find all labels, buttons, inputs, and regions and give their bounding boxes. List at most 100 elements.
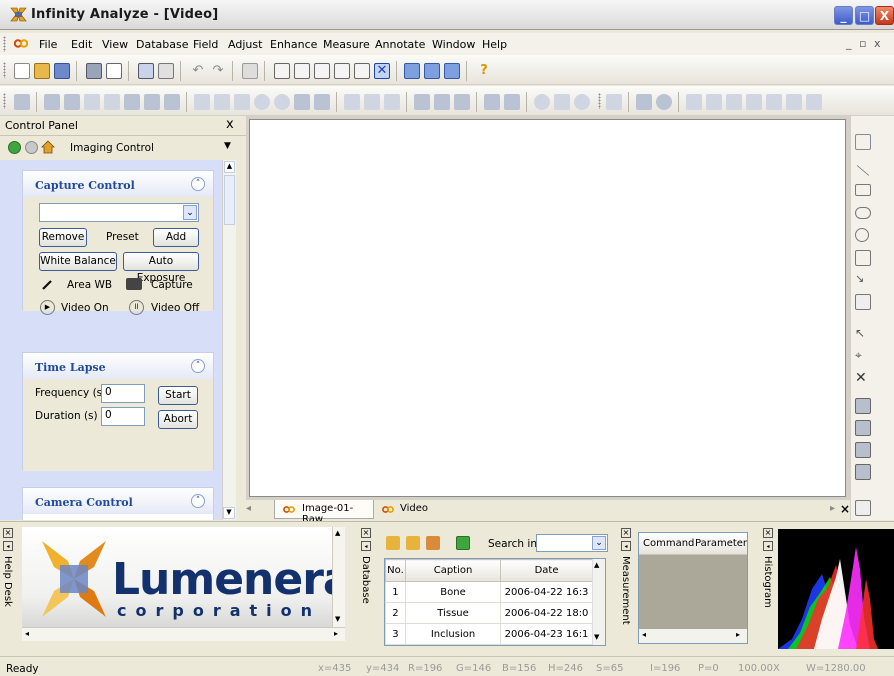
camera-control-header[interactable]: Camera Control: [23, 488, 213, 514]
table-row[interactable]: 2 Tissue 2006-04-22 18:0: [385, 602, 593, 624]
settings-gear-icon[interactable]: [534, 94, 550, 110]
abort-button[interactable]: Abort: [158, 410, 198, 429]
frequency-input[interactable]: 0: [101, 384, 145, 403]
toolbar-grip[interactable]: [3, 93, 6, 109]
scroll-right-icon[interactable]: ▸: [736, 630, 740, 639]
tile-horizontal-icon[interactable]: [424, 63, 440, 79]
calibrate-icon[interactable]: [554, 94, 570, 110]
target-icon[interactable]: [656, 94, 672, 110]
print-icon[interactable]: [86, 63, 102, 79]
options-gear-icon[interactable]: [574, 94, 590, 110]
gamma-icon[interactable]: [234, 94, 250, 110]
duration-input[interactable]: 0: [101, 407, 145, 426]
polygon-tool-icon[interactable]: [855, 250, 871, 266]
video-on-label[interactable]: Video On: [61, 302, 109, 314]
database-label[interactable]: Database: [360, 556, 371, 604]
save-icon[interactable]: [54, 63, 70, 79]
database-vscrollbar[interactable]: ▲ ▼: [592, 559, 605, 645]
zoom-actual-icon[interactable]: [334, 63, 350, 79]
db-add-icon[interactable]: [406, 536, 420, 550]
freehand-icon[interactable]: [766, 94, 782, 110]
start-button[interactable]: Start: [158, 386, 198, 405]
zoom-in-icon[interactable]: [294, 63, 310, 79]
column-header-no[interactable]: No.: [385, 559, 406, 582]
pane-pin-icon[interactable]: ◂: [361, 541, 371, 551]
bring-forward-icon[interactable]: [855, 442, 871, 458]
menu-measure[interactable]: Measure: [323, 38, 370, 51]
grid-icon[interactable]: [636, 94, 652, 110]
pane-close-icon[interactable]: ×: [3, 528, 13, 538]
nav-dropdown-icon[interactable]: ▼: [224, 141, 231, 151]
send-back-icon[interactable]: [855, 420, 871, 436]
properties-icon[interactable]: [158, 63, 174, 79]
help-icon[interactable]: ?: [476, 63, 492, 79]
column-header-caption[interactable]: Caption: [404, 559, 502, 582]
menu-edit[interactable]: Edit: [71, 38, 92, 51]
count-icon[interactable]: [726, 94, 742, 110]
scroll-up-icon[interactable]: ▲: [594, 561, 599, 569]
copy-icon[interactable]: [242, 63, 258, 79]
smooth-icon[interactable]: [364, 94, 380, 110]
column-header-parameter[interactable]: Parameter: [695, 538, 747, 549]
send-backward-icon[interactable]: [855, 464, 871, 480]
scroll-down-icon[interactable]: ▼: [223, 507, 235, 519]
capture-label[interactable]: Capture: [151, 279, 193, 291]
histogram-eq-icon[interactable]: [294, 94, 310, 110]
rounded-rect-tool-icon[interactable]: [855, 207, 871, 219]
distribute-icon[interactable]: [144, 94, 160, 110]
bring-front-icon[interactable]: [855, 398, 871, 414]
rotate-90-icon[interactable]: [414, 94, 430, 110]
forward-icon[interactable]: [25, 141, 38, 154]
home-icon[interactable]: [41, 140, 55, 154]
pointer-tool-icon[interactable]: ↖: [855, 326, 871, 342]
collapse-chevron-icon[interactable]: ˄: [191, 359, 205, 373]
scroll-up-icon[interactable]: ▲: [335, 529, 340, 537]
undo-icon[interactable]: ↶: [190, 63, 206, 79]
rotate-180-icon[interactable]: [454, 94, 470, 110]
measurement-hscrollbar[interactable]: ◂ ▸: [639, 629, 747, 643]
pane-close-icon[interactable]: ×: [763, 528, 773, 538]
infinity-icon[interactable]: [14, 38, 28, 49]
menu-grip[interactable]: [3, 36, 6, 52]
flip-icon[interactable]: [44, 94, 60, 110]
scroll-up-icon[interactable]: ▲: [224, 161, 235, 173]
tile-vertical-icon[interactable]: [444, 63, 460, 79]
collapse-chevron-icon[interactable]: ˄: [191, 177, 205, 191]
tab-close-icon[interactable]: ×: [840, 502, 850, 516]
chevron-down-icon[interactable]: ⌄: [183, 205, 197, 220]
mdi-window-controls[interactable]: _ ▫ x: [846, 37, 882, 50]
help-desk-hscrollbar[interactable]: ◂ ▸: [22, 627, 345, 641]
menu-field[interactable]: Field: [193, 38, 218, 51]
delete-tool-icon[interactable]: ✕: [855, 370, 871, 386]
preset-select[interactable]: [39, 203, 199, 222]
arrow-up-icon[interactable]: [84, 94, 100, 110]
pane-close-icon[interactable]: ×: [361, 528, 371, 538]
menu-file[interactable]: File: [39, 38, 57, 51]
video-off-label[interactable]: Video Off: [151, 302, 199, 314]
redo-icon[interactable]: ↷: [210, 63, 226, 79]
minimize-button[interactable]: _: [834, 6, 853, 25]
eyedropper-icon[interactable]: [41, 278, 54, 291]
segment-icon[interactable]: [786, 94, 802, 110]
time-lapse-header[interactable]: Time Lapse: [23, 353, 213, 379]
toolbar-grip[interactable]: [3, 62, 6, 78]
scroll-thumb[interactable]: [224, 175, 235, 225]
ellipse-tool-icon[interactable]: [855, 228, 869, 242]
chevron-down-icon[interactable]: ⌄: [592, 536, 606, 550]
resize-icon[interactable]: [504, 94, 520, 110]
scroll-right-icon[interactable]: ▸: [334, 629, 338, 638]
scroll-down-icon[interactable]: ▼: [594, 633, 599, 641]
toolbar-grip[interactable]: [598, 93, 601, 109]
select-pointer-icon[interactable]: [686, 94, 702, 110]
play-icon[interactable]: ▶: [40, 300, 55, 315]
column-header-command[interactable]: Command: [643, 538, 694, 549]
menu-window[interactable]: Window: [432, 38, 475, 51]
text-tool-icon[interactable]: [855, 294, 871, 310]
add-button[interactable]: Add: [153, 228, 199, 247]
transform-icon[interactable]: [606, 94, 622, 110]
cascade-icon[interactable]: [404, 63, 420, 79]
zoom-window-icon[interactable]: [354, 63, 370, 79]
calibration-icon[interactable]: [806, 94, 822, 110]
pause-icon[interactable]: ll: [129, 300, 144, 315]
tab-scroll-right-icon[interactable]: ▸: [830, 503, 835, 514]
